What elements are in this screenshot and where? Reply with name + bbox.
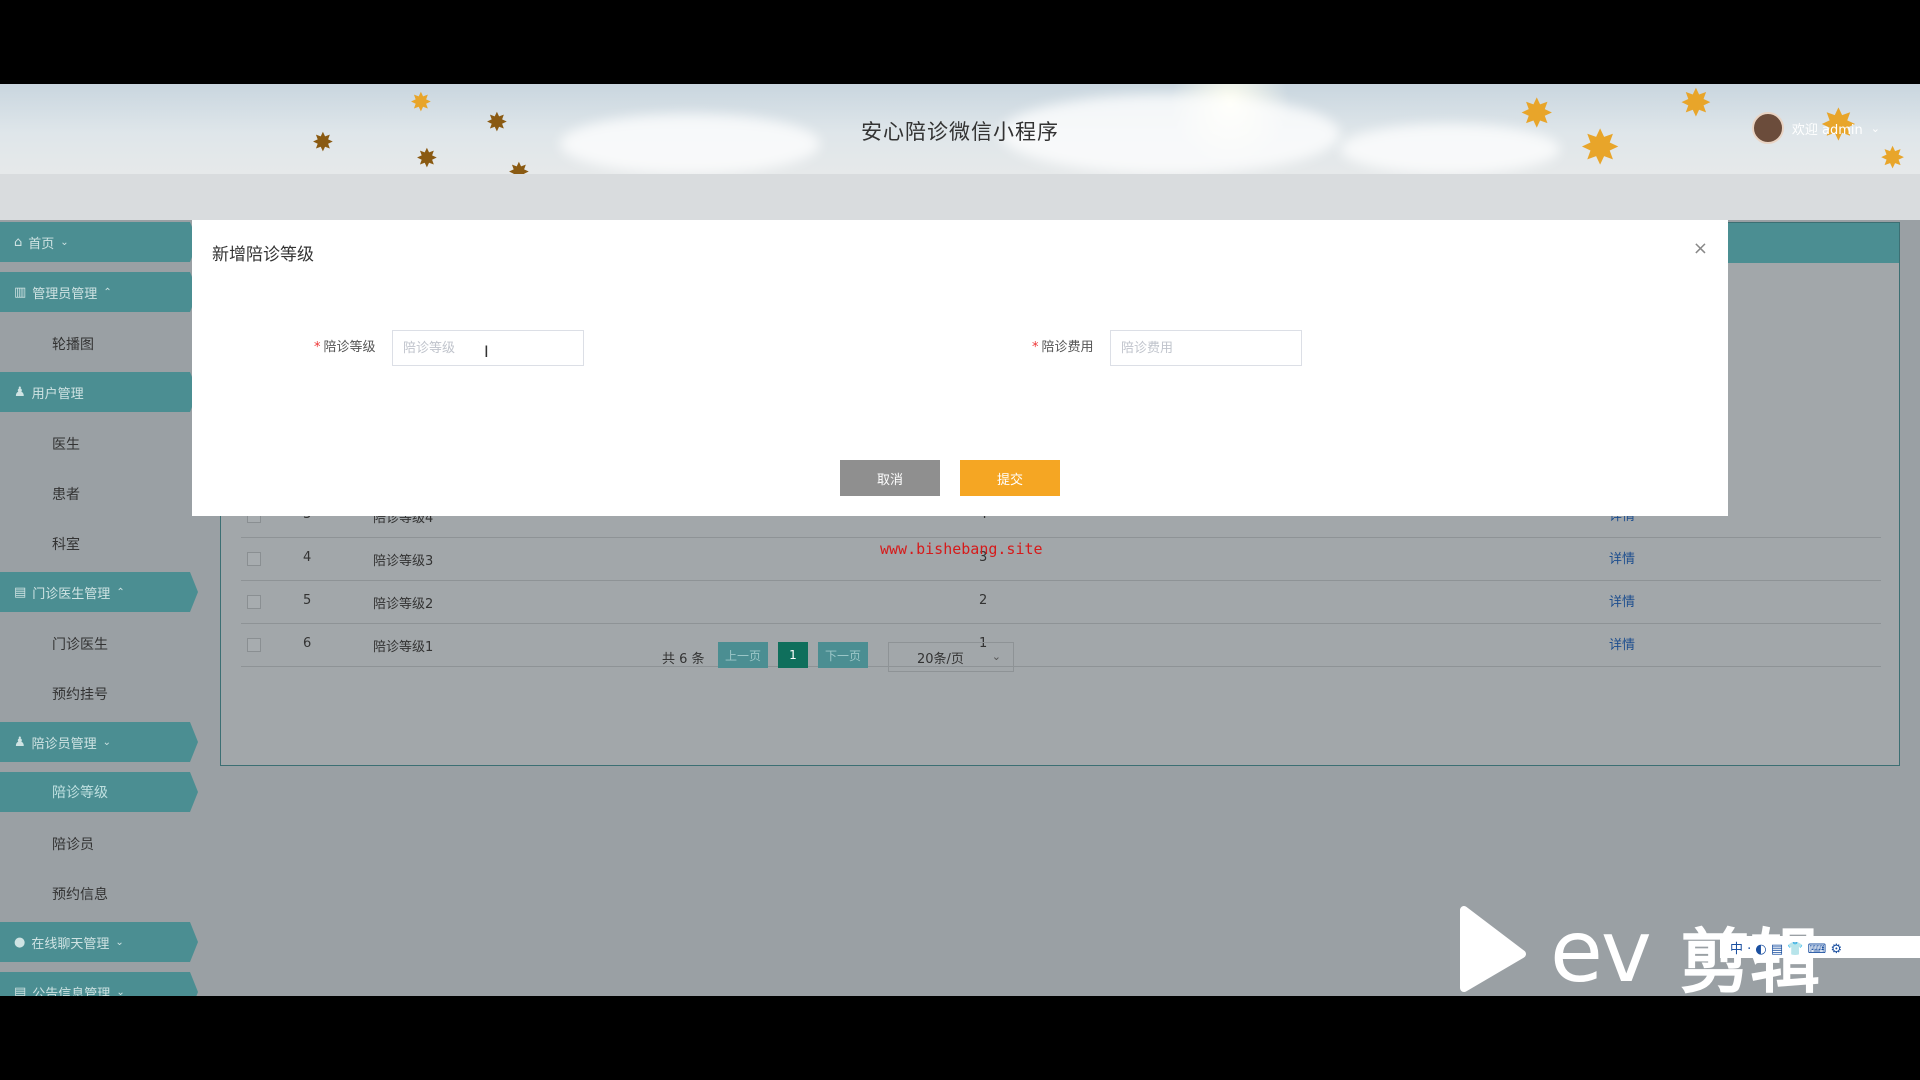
notice-icon: ▤ (14, 984, 27, 997)
row-fee: 2 (979, 593, 988, 608)
watermark-url: www.bishebang.site (880, 540, 1043, 558)
text-cursor-icon: I (484, 342, 489, 361)
close-icon[interactable]: × (1693, 238, 1708, 259)
avatar (1751, 112, 1784, 144)
sidebar-item-clinic-doctor[interactable]: 门诊医生 (52, 634, 108, 654)
chevron-down-icon: ⌄ (116, 986, 125, 997)
sidebar-group-clinic-doctor[interactable]: ▤ 门诊医生管理 ⌃ (0, 572, 198, 612)
app-title: 安心陪诊微信小程序 (861, 120, 1059, 144)
dialog-title: 新增陪诊等级 (212, 245, 314, 265)
sidebar-item-department[interactable]: 科室 (52, 534, 80, 554)
sidebar-group-label: 门诊医生管理 (32, 586, 111, 602)
sidebar-group-label: 用户管理 (31, 386, 84, 402)
table-row: 5 陪诊等级2 2 详情 (241, 581, 1881, 624)
chevron-up-icon: ⌃ (103, 286, 112, 298)
video-letterbox-top (0, 0, 1920, 84)
escort-fee-input[interactable] (1110, 330, 1302, 366)
page-size-select[interactable]: 20条/页 ⌄ (888, 642, 1014, 672)
document-icon: ▤ (14, 584, 27, 600)
row-checkbox[interactable] (247, 638, 261, 652)
sidebar-group-users[interactable]: ♟ 用户管理 (0, 372, 198, 412)
escort-fee-label-text: 陪诊费用 (1041, 340, 1094, 355)
sidebar-group-escort[interactable]: ♟ 陪诊员管理 ⌄ (0, 722, 198, 762)
add-escort-level-dialog: 新增陪诊等级 × *陪诊等级 I *陪诊费用 取消 提交 (192, 220, 1728, 516)
chevron-up-icon: ⌃ (116, 586, 125, 598)
sidebar: ⌂ 首页 ⌄ ▥ 管理员管理 ⌃ 轮播图 ♟ 用户管理 医生 患者 科室 ▤ 门… (0, 220, 200, 996)
table-row: 6 陪诊等级1 1 详情 (241, 624, 1881, 667)
row-checkbox[interactable] (247, 552, 261, 566)
sidebar-group-chat[interactable]: ● 在线聊天管理 ⌄ (0, 922, 198, 962)
sidebar-group-label: 管理员管理 (32, 286, 98, 302)
sidebar-group-admin[interactable]: ▥ 管理员管理 ⌃ (0, 272, 198, 312)
next-page-button[interactable]: 下一页 (818, 642, 868, 668)
escort-fee-label: * 陪诊费用 (1032, 336, 1094, 355)
user-icon: ♟ (14, 384, 26, 400)
row-index: 6 (303, 636, 312, 651)
maple-leaf-icon: ✸ (416, 144, 438, 174)
chevron-down-icon: ⌄ (115, 936, 124, 948)
row-index: 5 (303, 593, 312, 608)
sidebar-group-label: 首页 (28, 236, 55, 252)
row-checkbox[interactable] (247, 595, 261, 609)
sidebar-group-notice[interactable]: ▤ 公告信息管理 ⌄ (0, 972, 198, 996)
row-level-name: 陪诊等级3 (373, 554, 434, 569)
home-icon: ⌂ (14, 234, 23, 250)
sidebar-group-label: 在线聊天管理 (31, 936, 110, 952)
page-size-value: 20条/页 (917, 651, 964, 667)
maple-leaf-icon: ✸ (410, 88, 432, 118)
ime-toolbar[interactable]: 中 · ◐ ▤ 👕 ⌨ ⚙ (1720, 936, 1920, 958)
video-letterbox-bottom (0, 996, 1920, 1080)
sidebar-item-appointment[interactable]: 预约挂号 (52, 684, 108, 704)
row-detail-link[interactable]: 详情 (1609, 634, 1635, 653)
pagination-total: 共 6 条 (662, 652, 705, 667)
sidebar-group-label: 公告信息管理 (32, 986, 111, 997)
escort-level-label-text: 陪诊等级 (323, 340, 376, 355)
user-welcome-text: 欢迎 admin (1791, 122, 1863, 138)
sidebar-item-patient[interactable]: 患者 (52, 484, 80, 504)
chat-icon: ● (14, 934, 26, 950)
sidebar-item-doctor[interactable]: 医生 (52, 434, 80, 454)
chevron-down-icon: ⌄ (991, 650, 1001, 663)
row-detail-link[interactable]: 详情 (1609, 591, 1635, 610)
sidebar-group-label: 陪诊员管理 (31, 736, 97, 752)
sidebar-item-escort[interactable]: 陪诊员 (52, 834, 94, 854)
sidebar-item-escort-level[interactable]: 陪诊等级 (0, 772, 198, 812)
user-menu[interactable]: 欢迎 admin ⌄ (1751, 112, 1880, 144)
sidebar-item-banner[interactable]: 轮播图 (52, 334, 94, 354)
chevron-down-icon: ⌄ (102, 736, 112, 748)
chevron-down-icon: ⌄ (1870, 121, 1880, 135)
app-window: ✸ ✸ ✸ ✸ ✸ ✸ ✸ ✸ ✸ ✸ 安心陪诊微信小程序 欢迎 admin ⌄… (0, 84, 1920, 996)
person-icon: ♟ (14, 734, 26, 750)
sidebar-group-home[interactable]: ⌂ 首页 ⌄ (0, 222, 198, 262)
sidebar-item-booking-info[interactable]: 预约信息 (52, 884, 108, 904)
submit-button[interactable]: 提交 (960, 460, 1060, 496)
page-1-button[interactable]: 1 (778, 642, 808, 668)
row-level-name: 陪诊等级1 (373, 640, 434, 655)
header-banner: ✸ ✸ ✸ ✸ ✸ ✸ ✸ ✸ ✸ ✸ 安心陪诊微信小程序 欢迎 admin ⌄ (0, 84, 1920, 186)
table-row: 4 陪诊等级3 3 详情 (241, 538, 1881, 581)
escort-level-label: * 陪诊等级 (314, 336, 376, 355)
prev-page-button[interactable]: 上一页 (718, 642, 768, 668)
building-icon: ▥ (14, 284, 27, 300)
cancel-button[interactable]: 取消 (840, 460, 940, 496)
ev-logo-text: ev (1550, 902, 1652, 996)
row-index: 4 (303, 550, 312, 565)
required-asterisk: * (1032, 340, 1039, 355)
maple-leaf-icon: ✸ (1880, 141, 1906, 176)
required-asterisk: * (314, 340, 321, 355)
chevron-down-icon: ⌄ (60, 236, 69, 248)
header-strip (0, 174, 1920, 220)
row-level-name: 陪诊等级2 (373, 597, 434, 612)
row-detail-link[interactable]: 详情 (1609, 548, 1635, 567)
